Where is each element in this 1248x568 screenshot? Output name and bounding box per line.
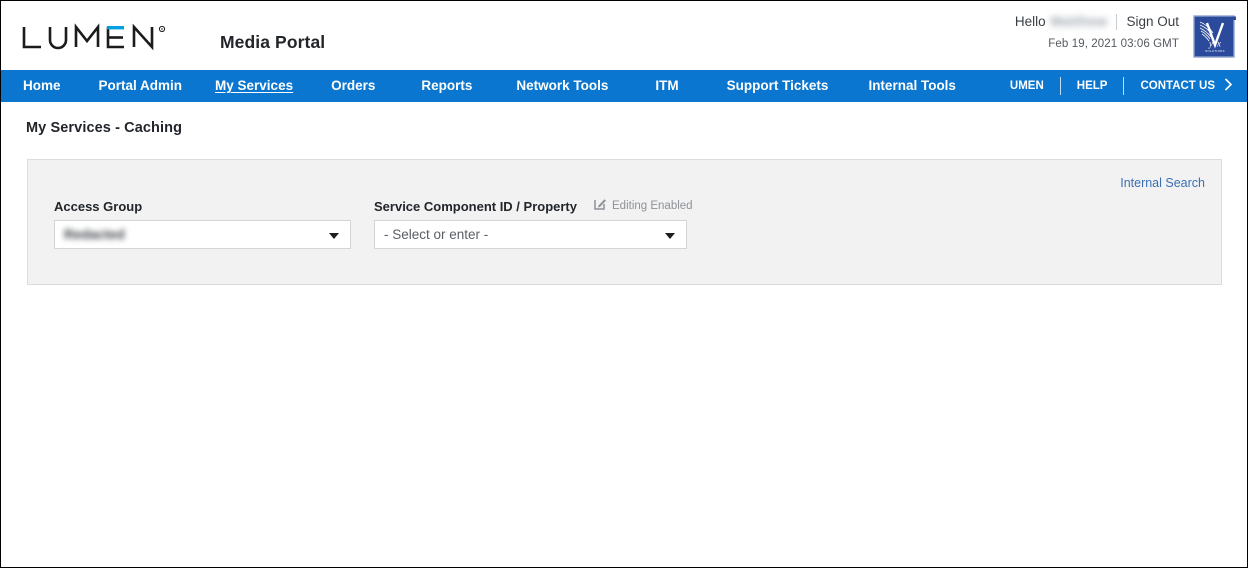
app-title: Media Portal	[220, 32, 326, 52]
server-timestamp: Feb 19, 2021 03:06 GMT	[1048, 38, 1179, 50]
editing-enabled-text: Editing Enabled	[612, 200, 693, 212]
nav-item-contact-us[interactable]: CONTACT US	[1140, 70, 1215, 102]
lumen-logo-mark: R	[21, 23, 169, 53]
nav-item-network-tools[interactable]: Network Tools	[516, 70, 608, 102]
access-group-select[interactable]: Redacted	[54, 220, 351, 249]
service-component-label-row: Service Component ID / Property Editing …	[374, 198, 693, 214]
nav-item-help[interactable]: HELP	[1077, 70, 1108, 102]
nav-item-internal-tools[interactable]: Internal Tools	[868, 70, 956, 102]
service-component-select[interactable]: - Select or enter -	[374, 220, 687, 249]
nav-item-home[interactable]: Home	[23, 70, 61, 102]
chevron-right-icon	[1224, 78, 1233, 96]
sign-out-link[interactable]: Sign Out	[1126, 13, 1179, 31]
page-title: My Services - Caching	[26, 120, 183, 136]
chevron-down-icon	[665, 232, 675, 239]
nav-separator	[1123, 77, 1125, 95]
page-root: R Media Portal Hello Matthew Sign Out Fe…	[0, 0, 1248, 568]
hello-label: Hello	[1014, 14, 1046, 29]
chevron-down-icon	[329, 232, 339, 239]
internal-search-link[interactable]: Internal Search	[1120, 176, 1205, 190]
nav-separator	[1059, 77, 1061, 95]
nav-item-my-services[interactable]: My Services	[215, 70, 293, 102]
access-group-value: Redacted	[64, 227, 125, 242]
primary-nav: Home Portal Admin My Services Orders Rep…	[1, 70, 956, 102]
nav-item-portal-admin[interactable]: Portal Admin	[99, 70, 183, 102]
nav-item-itm[interactable]: ITM	[655, 70, 678, 102]
service-component-field: Service Component ID / Property Editing …	[374, 198, 693, 249]
main-navigation: Home Portal Admin My Services Orders Rep…	[1, 70, 1247, 102]
header-right-cluster: Hello Matthew Sign Out Feb 19, 2021 03:0…	[1015, 11, 1237, 59]
edit-pencil-icon	[594, 197, 607, 215]
nav-item-umen[interactable]: UMEN	[1010, 70, 1044, 102]
svg-text:SOLUTIONS: SOLUTIONS	[1205, 49, 1225, 53]
header-divider	[1116, 14, 1118, 30]
page-header: R Media Portal Hello Matthew Sign Out Fe…	[1, 1, 1247, 70]
nav-item-support-tickets[interactable]: Support Tickets	[727, 70, 829, 102]
svg-text:yvx: yvx	[1208, 39, 1221, 49]
service-component-value: - Select or enter -	[384, 227, 489, 242]
nav-item-orders[interactable]: Orders	[331, 70, 375, 102]
access-group-label: Access Group	[54, 198, 143, 214]
filter-panel: Internal Search Access Group Redacted Se…	[27, 159, 1222, 285]
access-group-label-row: Access Group	[54, 198, 351, 214]
greeting-row: Hello Matthew Sign Out	[1015, 13, 1179, 31]
access-group-field: Access Group Redacted	[54, 198, 351, 249]
account-block: Hello Matthew Sign Out Feb 19, 2021 03:0…	[1015, 11, 1193, 50]
editing-status: Editing Enabled	[594, 197, 693, 215]
lumen-logo[interactable]: R	[21, 23, 169, 53]
utility-nav: UMEN HELP CONTACT US	[1010, 70, 1247, 102]
user-name-redacted: Matthew	[1050, 14, 1108, 29]
vyvx-logo[interactable]: yvx SOLUTIONS	[1193, 15, 1237, 59]
nav-item-reports[interactable]: Reports	[421, 70, 472, 102]
service-component-label: Service Component ID / Property	[374, 198, 577, 214]
